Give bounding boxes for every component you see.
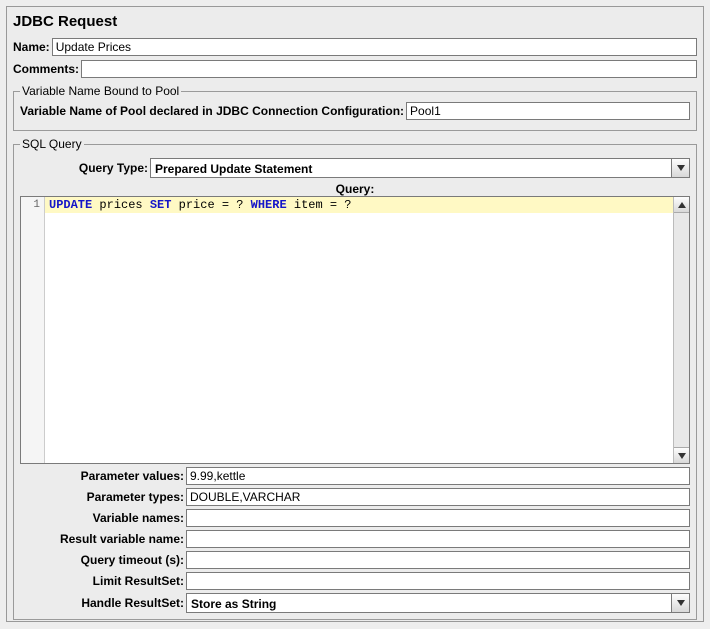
handle-rs-label: Handle ResultSet: xyxy=(20,596,186,610)
name-input[interactable] xyxy=(52,38,697,56)
page-title: JDBC Request xyxy=(13,13,697,30)
query-type-row: Query Type: Prepared Update Statement xyxy=(20,158,690,178)
pool-fieldset: Variable Name Bound to Pool Variable Nam… xyxy=(13,84,697,131)
vertical-scrollbar[interactable] xyxy=(673,197,689,463)
var-names-input[interactable] xyxy=(186,509,690,527)
param-types-row: Parameter types: xyxy=(20,488,690,506)
var-names-label: Variable names: xyxy=(20,511,186,525)
param-types-input[interactable] xyxy=(186,488,690,506)
line-number: 1 xyxy=(21,199,40,211)
pool-label: Variable Name of Pool declared in JDBC C… xyxy=(20,104,404,118)
name-row: Name: xyxy=(13,38,697,56)
param-types-label: Parameter types: xyxy=(20,490,186,504)
chevron-down-icon[interactable] xyxy=(671,159,689,177)
chevron-down-icon[interactable] xyxy=(671,594,689,612)
sql-legend: SQL Query xyxy=(20,137,84,151)
jdbc-request-panel: JDBC Request Name: Comments: Variable Na… xyxy=(6,6,704,622)
query-label: Query: xyxy=(20,182,690,196)
limit-rs-input[interactable] xyxy=(186,572,690,590)
result-var-row: Result variable name: xyxy=(20,530,690,548)
editor-gutter: 1 xyxy=(21,197,45,463)
pool-input[interactable] xyxy=(406,102,690,120)
handle-rs-combo[interactable]: Store as String xyxy=(186,593,690,613)
result-var-label: Result variable name: xyxy=(20,532,186,546)
comments-input[interactable] xyxy=(81,60,697,78)
query-timeout-input[interactable] xyxy=(186,551,690,569)
handle-rs-row: Handle ResultSet: Store as String xyxy=(20,593,690,613)
limit-rs-row: Limit ResultSet: xyxy=(20,572,690,590)
code-area[interactable]: UPDATE prices SET price = ? WHERE item =… xyxy=(45,197,673,463)
var-names-row: Variable names: xyxy=(20,509,690,527)
result-var-input[interactable] xyxy=(186,530,690,548)
pool-legend: Variable Name Bound to Pool xyxy=(20,84,181,98)
query-type-label: Query Type: xyxy=(20,161,150,175)
handle-rs-value: Store as String xyxy=(187,594,671,612)
query-type-combo[interactable]: Prepared Update Statement xyxy=(150,158,690,178)
sql-editor[interactable]: 1 UPDATE prices SET price = ? WHERE item… xyxy=(20,196,690,464)
query-timeout-label: Query timeout (s): xyxy=(20,553,186,567)
scroll-up-icon[interactable] xyxy=(674,197,689,213)
scroll-down-icon[interactable] xyxy=(674,447,689,463)
comments-label: Comments: xyxy=(13,62,79,76)
bottom-form: Parameter values: Parameter types: Varia… xyxy=(20,467,690,613)
param-values-label: Parameter values: xyxy=(20,469,186,483)
pool-row: Variable Name of Pool declared in JDBC C… xyxy=(20,102,690,120)
code-line: UPDATE prices SET price = ? WHERE item =… xyxy=(45,197,673,213)
query-type-value: Prepared Update Statement xyxy=(151,159,671,177)
param-values-input[interactable] xyxy=(186,467,690,485)
sql-fieldset: SQL Query Query Type: Prepared Update St… xyxy=(13,137,697,620)
query-timeout-row: Query timeout (s): xyxy=(20,551,690,569)
limit-rs-label: Limit ResultSet: xyxy=(20,574,186,588)
param-values-row: Parameter values: xyxy=(20,467,690,485)
comments-row: Comments: xyxy=(13,60,697,78)
name-label: Name: xyxy=(13,40,50,54)
